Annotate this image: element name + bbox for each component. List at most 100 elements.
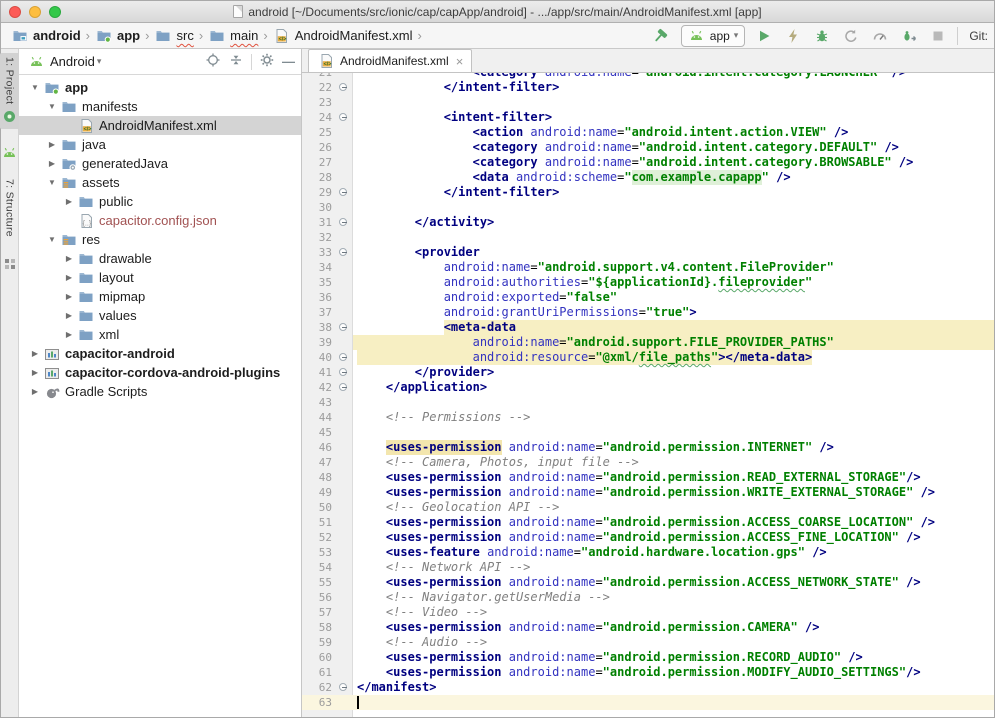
fold-collapse-icon[interactable] xyxy=(339,368,347,376)
zoom-window-button[interactable] xyxy=(49,6,61,18)
tree-item-capacitor-android[interactable]: ▶capacitor-android xyxy=(19,344,301,363)
tree-item-capacitor-cordova-android-plugins[interactable]: ▶capacitor-cordova-android-plugins xyxy=(19,363,301,382)
tree-item-capacitor-config-json[interactable]: {..}capacitor.config.json xyxy=(19,211,301,230)
tree-item-values[interactable]: ▶values xyxy=(19,306,301,325)
code-line-59[interactable]: 59 <!-- Audio --> xyxy=(302,635,994,650)
code-line-51[interactable]: 51 <uses-permission android:name="androi… xyxy=(302,515,994,530)
chevron-expanded-icon[interactable]: ▼ xyxy=(27,83,43,92)
tree-item-drawable[interactable]: ▶drawable xyxy=(19,249,301,268)
hide-button[interactable]: — xyxy=(282,54,295,69)
code-line-57[interactable]: 57 <!-- Video --> xyxy=(302,605,994,620)
chevron-collapsed-icon[interactable]: ▶ xyxy=(27,387,43,396)
code-line-35[interactable]: 35 android:authorities="${applicationId}… xyxy=(302,275,994,290)
fold-collapse-icon[interactable] xyxy=(339,683,347,691)
code-line-38[interactable]: 38 <meta-data xyxy=(302,320,994,335)
code-line-45[interactable]: 45 xyxy=(302,425,994,440)
chevron-collapsed-icon[interactable]: ▶ xyxy=(61,311,77,320)
code-line-53[interactable]: 53 <uses-feature android:name="android.h… xyxy=(302,545,994,560)
tree-item-layout[interactable]: ▶layout xyxy=(19,268,301,287)
apply-changes-button[interactable] xyxy=(783,26,803,46)
code-line-55[interactable]: 55 <uses-permission android:name="androi… xyxy=(302,575,994,590)
chevron-collapsed-icon[interactable]: ▶ xyxy=(44,140,60,149)
chevron-collapsed-icon[interactable]: ▶ xyxy=(61,197,77,206)
chevron-collapsed-icon[interactable]: ▶ xyxy=(61,254,77,263)
collapse-all-button[interactable] xyxy=(228,52,244,71)
code-line-33[interactable]: 33 <provider xyxy=(302,245,994,260)
breadcrumb-item-app[interactable]: app xyxy=(93,27,142,45)
code-line-27[interactable]: 27 <category android:name="android.inten… xyxy=(302,155,994,170)
chevron-collapsed-icon[interactable]: ▶ xyxy=(61,292,77,301)
minimize-window-button[interactable] xyxy=(29,6,41,18)
code-area[interactable]: 21 <category android:name="android.inten… xyxy=(302,73,994,717)
tree-item-manifests[interactable]: ▼manifests xyxy=(19,97,301,116)
fold-collapse-icon[interactable] xyxy=(339,353,347,361)
fold-collapse-icon[interactable] xyxy=(339,113,347,121)
code-line-34[interactable]: 34 android:name="android.support.v4.cont… xyxy=(302,260,994,275)
chevron-collapsed-icon[interactable]: ▶ xyxy=(44,159,60,168)
code-line-29[interactable]: 29 </intent-filter> xyxy=(302,185,994,200)
code-line-25[interactable]: 25 <action android:name="android.intent.… xyxy=(302,125,994,140)
breadcrumb-item-android[interactable]: android xyxy=(9,27,83,45)
tree-item-public[interactable]: ▶public xyxy=(19,192,301,211)
git-branch-label[interactable]: Git: xyxy=(967,29,988,43)
fold-collapse-icon[interactable] xyxy=(339,218,347,226)
fold-collapse-icon[interactable] xyxy=(339,323,347,331)
code-line-30[interactable]: 30 xyxy=(302,200,994,215)
code-line-32[interactable]: 32 xyxy=(302,230,994,245)
code-line-54[interactable]: 54 <!-- Network API --> xyxy=(302,560,994,575)
tool-window-button-structure[interactable]: 7: Structure xyxy=(3,175,17,241)
run-configuration-selector[interactable]: app▾ xyxy=(681,25,746,47)
tree-item-mipmap[interactable]: ▶mipmap xyxy=(19,287,301,306)
tree-item-xml[interactable]: ▶xml xyxy=(19,325,301,344)
stop-button[interactable] xyxy=(928,26,948,46)
run-button[interactable] xyxy=(754,26,774,46)
fold-collapse-icon[interactable] xyxy=(339,248,347,256)
code-line-63[interactable]: 63 xyxy=(302,695,994,710)
debug-button[interactable] xyxy=(812,26,832,46)
code-line-24[interactable]: 24 <intent-filter> xyxy=(302,110,994,125)
settings-button[interactable] xyxy=(259,52,275,71)
code-line-46[interactable]: 46 <uses-permission android:name="androi… xyxy=(302,440,994,455)
code-line-41[interactable]: 41 </provider> xyxy=(302,365,994,380)
code-line-48[interactable]: 48 <uses-permission android:name="androi… xyxy=(302,470,994,485)
close-tab-icon[interactable]: × xyxy=(456,54,464,69)
chevron-expanded-icon[interactable]: ▼ xyxy=(44,178,60,187)
chevron-down-icon[interactable]: ▾ xyxy=(97,56,102,67)
code-line-50[interactable]: 50 <!-- Geolocation API --> xyxy=(302,500,994,515)
breadcrumb-item-androidmanifest.xml[interactable]: </>AndroidManifest.xml xyxy=(271,27,415,45)
code-line-52[interactable]: 52 <uses-permission android:name="androi… xyxy=(302,530,994,545)
tree-item-generatedjava[interactable]: ▶generatedJava xyxy=(19,154,301,173)
code-line-21[interactable]: 21 <category android:name="android.inten… xyxy=(302,73,994,80)
chevron-collapsed-icon[interactable]: ▶ xyxy=(61,273,77,282)
chevron-collapsed-icon[interactable]: ▶ xyxy=(27,368,43,377)
tree-item-app[interactable]: ▼app xyxy=(19,78,301,97)
code-line-40[interactable]: 40 android:resource="@xml/file_paths"></… xyxy=(302,350,994,365)
tree-item-res[interactable]: ▼res xyxy=(19,230,301,249)
tab-androidmanifest[interactable]: </> AndroidManifest.xml × xyxy=(308,49,472,72)
tool-window-button-build-variants[interactable] xyxy=(0,251,20,277)
code-line-49[interactable]: 49 <uses-permission android:name="androi… xyxy=(302,485,994,500)
code-line-43[interactable]: 43 xyxy=(302,395,994,410)
close-window-button[interactable] xyxy=(9,6,21,18)
fold-collapse-icon[interactable] xyxy=(339,188,347,196)
code-line-58[interactable]: 58 <uses-permission android:name="androi… xyxy=(302,620,994,635)
code-line-61[interactable]: 61 <uses-permission android:name="androi… xyxy=(302,665,994,680)
breadcrumb-item-src[interactable]: src xyxy=(152,27,195,45)
profile-button[interactable] xyxy=(841,26,861,46)
chevron-expanded-icon[interactable]: ▼ xyxy=(44,235,60,244)
code-line-44[interactable]: 44 <!-- Permissions --> xyxy=(302,410,994,425)
code-line-56[interactable]: 56 <!-- Navigator.getUserMedia --> xyxy=(302,590,994,605)
code-line-36[interactable]: 36 android:exported="false" xyxy=(302,290,994,305)
code-line-47[interactable]: 47 <!-- Camera, Photos, input file --> xyxy=(302,455,994,470)
code-line-28[interactable]: 28 <data android:scheme="com.example.cap… xyxy=(302,170,994,185)
code-line-37[interactable]: 37 android:grantUriPermissions="true"> xyxy=(302,305,994,320)
tool-window-button-android-head[interactable] xyxy=(0,139,20,165)
code-line-39[interactable]: 39 android:name="android.support.FILE_PR… xyxy=(302,335,994,350)
fold-collapse-icon[interactable] xyxy=(339,383,347,391)
code-line-26[interactable]: 26 <category android:name="android.inten… xyxy=(302,140,994,155)
project-view-selector[interactable]: Android xyxy=(50,54,95,69)
code-line-42[interactable]: 42 </application> xyxy=(302,380,994,395)
chevron-expanded-icon[interactable]: ▼ xyxy=(44,102,60,111)
build-hammer-button[interactable] xyxy=(652,26,672,46)
tree-item-gradle-scripts[interactable]: ▶Gradle Scripts xyxy=(19,382,301,401)
